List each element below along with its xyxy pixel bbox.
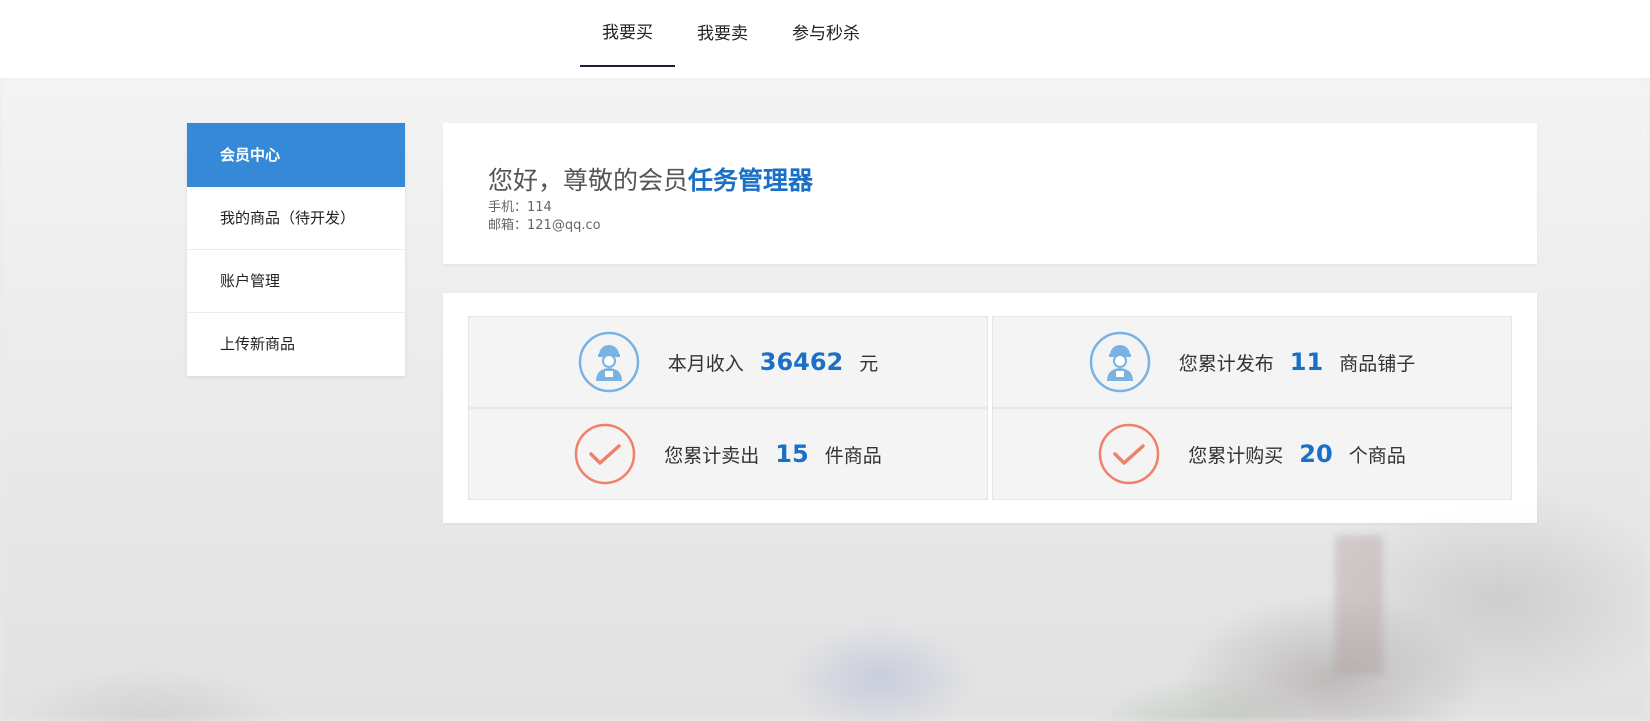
income-prefix: 本月收入 xyxy=(667,352,744,375)
welcome-greeting: 您好，尊敬的会员任务管理器 xyxy=(488,165,1492,197)
sidebar-item-upload[interactable]: 上传新商品 xyxy=(187,313,405,376)
sidebar-item-member-center[interactable]: 会员中心 xyxy=(187,123,405,187)
sidebar-item-account[interactable]: 账户管理 xyxy=(187,250,405,313)
stat-income: 本月收入 36462 元 xyxy=(468,316,988,408)
bought-suffix: 个商品 xyxy=(1348,444,1406,467)
sidebar: 会员中心 我的商品（待开发） 账户管理 上传新商品 xyxy=(187,123,405,376)
stats-grid: 本月收入 36462 元 您累计发布 11 商品铺子 您累计卖出 15 件商品 … xyxy=(468,316,1513,500)
sold-value: 15 xyxy=(775,440,809,468)
worker-avatar-icon xyxy=(1089,331,1151,393)
sidebar-item-my-products[interactable]: 我的商品（待开发） xyxy=(187,187,405,250)
nav-items: 我要买 我要卖 参与秒杀 xyxy=(580,0,882,67)
stat-sold: 您累计卖出 15 件商品 xyxy=(468,408,988,500)
bought-prefix: 您累计购买 xyxy=(1188,444,1284,467)
check-circle-icon xyxy=(575,423,636,485)
nav-item-sell[interactable]: 我要卖 xyxy=(675,0,770,67)
stat-published: 您累计发布 11 商品铺子 xyxy=(992,316,1512,408)
sold-suffix: 件商品 xyxy=(824,444,882,467)
published-suffix: 商品铺子 xyxy=(1339,352,1416,375)
published-value: 11 xyxy=(1289,348,1324,376)
nav-item-buy[interactable]: 我要买 xyxy=(580,0,675,67)
top-navigation: 我要买 我要卖 参与秒杀 xyxy=(0,0,1650,78)
income-suffix: 元 xyxy=(859,352,879,375)
income-value: 36462 xyxy=(759,348,844,376)
phone-info: 手机：114 xyxy=(488,200,552,215)
welcome-card: 您好，尊敬的会员任务管理器 手机：114 邮箱：121@qq.co xyxy=(443,123,1537,264)
nav-item-flash-sale[interactable]: 参与秒杀 xyxy=(770,0,882,67)
sold-prefix: 您累计卖出 xyxy=(664,444,760,467)
published-prefix: 您累计发布 xyxy=(1178,352,1274,375)
background-decor xyxy=(1335,535,1383,675)
stats-card: 本月收入 36462 元 您累计发布 11 商品铺子 您累计卖出 15 件商品 … xyxy=(443,293,1537,523)
email-info: 邮箱：121@qq.co xyxy=(488,218,601,233)
check-circle-icon xyxy=(1099,423,1160,485)
worker-avatar-icon xyxy=(578,331,639,393)
bought-value: 20 xyxy=(1299,440,1333,468)
stat-bought: 您累计购买 20 个商品 xyxy=(992,408,1512,500)
username: 任务管理器 xyxy=(688,166,814,195)
greeting-text: 您好，尊敬的会员 xyxy=(488,166,689,195)
